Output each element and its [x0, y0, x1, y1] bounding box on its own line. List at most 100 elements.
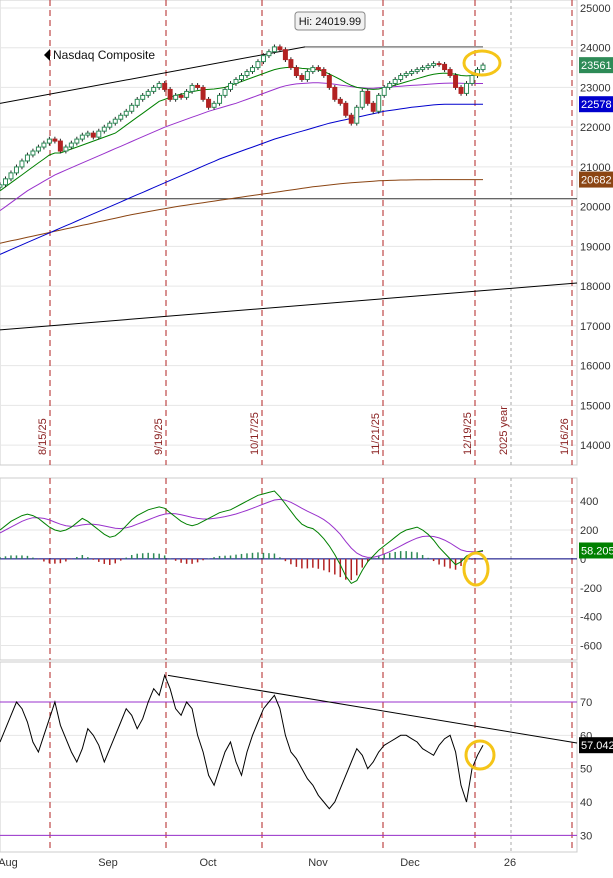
price-value-badge-text: 20682	[581, 175, 612, 187]
rsi-y-tick-label: 50	[580, 764, 592, 776]
candle-body	[249, 67, 255, 73]
candle-body	[239, 75, 244, 80]
candle-body	[370, 102, 376, 112]
x-axis-label: 26	[504, 857, 516, 869]
candle-body	[96, 130, 102, 138]
candle-body	[458, 86, 464, 94]
candle-body	[304, 71, 310, 80]
candle-body	[2, 178, 8, 186]
candle-body	[288, 59, 294, 69]
candle-body	[469, 75, 475, 84]
candle-body	[436, 63, 442, 66]
candle-body	[184, 90, 190, 98]
date-label: 12/19/25	[462, 412, 474, 455]
candle-body	[211, 102, 217, 108]
candle-body	[260, 55, 266, 63]
candle-body	[447, 69, 453, 77]
candle-body	[228, 82, 234, 90]
candle-body	[403, 73, 409, 77]
rsi-value-badge-text: 57.042	[581, 740, 613, 752]
candle-body	[85, 132, 91, 136]
candle-body	[63, 146, 69, 152]
price-value-badge-text: 22578	[581, 99, 612, 111]
x-axis-label: Nov	[308, 857, 328, 869]
date-label: 10/17/25	[249, 412, 261, 455]
macd-y-tick-label: -200	[580, 583, 602, 595]
price-y-tick-label: 17000	[580, 321, 611, 333]
date-label: 8/15/25	[37, 418, 49, 455]
candle-body	[233, 78, 239, 84]
candle-body	[57, 140, 63, 152]
candle-body	[255, 61, 261, 69]
macd-y-tick-label: -400	[580, 612, 602, 624]
macd-y-tick-label: 400	[580, 496, 598, 508]
candle-body	[101, 126, 107, 132]
candle-body	[315, 67, 321, 71]
x-axis-label: Oct	[199, 857, 216, 869]
date-label: 1/16/26	[559, 418, 571, 455]
candle-body	[425, 65, 431, 69]
price-y-tick-label: 22000	[580, 122, 611, 134]
candle-body	[217, 94, 223, 104]
price-panel-frame	[0, 0, 578, 466]
candle-body	[118, 114, 124, 120]
candle-body	[348, 114, 354, 124]
rsi-y-tick-label: 30	[580, 830, 592, 842]
candle-body	[145, 90, 151, 96]
candle-body	[189, 84, 195, 92]
candle-body	[420, 67, 426, 71]
macd-y-tick-label: 200	[580, 525, 598, 537]
candle-body	[0, 184, 3, 188]
price-y-tick-label: 15000	[580, 400, 611, 412]
rsi-y-tick-label: 70	[580, 697, 592, 709]
candle-body	[134, 98, 140, 106]
rsi-y-tick-label: 40	[580, 797, 592, 809]
candle-body	[293, 67, 299, 77]
price-y-tick-label: 20000	[580, 202, 611, 214]
candle-body	[398, 75, 404, 80]
candle-body	[151, 86, 157, 92]
candle-body	[392, 78, 398, 84]
candle-body	[107, 122, 113, 128]
candle-body	[381, 86, 387, 96]
high-label: Hi: 24019.99	[299, 16, 361, 28]
candle-body	[282, 49, 288, 61]
candle-body	[271, 46, 277, 53]
candle-body	[156, 82, 162, 88]
candle-body	[277, 46, 283, 51]
candle-body	[310, 67, 316, 73]
candle-body	[90, 132, 96, 138]
candle-body	[178, 94, 184, 98]
price-y-tick-label: 24000	[580, 43, 611, 55]
candle-body	[74, 138, 80, 144]
candle-body	[162, 82, 168, 90]
candle-body	[453, 75, 459, 88]
price-y-tick-label: 19000	[580, 241, 611, 253]
candle-body	[68, 142, 74, 148]
chart-title: Nasdaq Composite	[53, 48, 155, 62]
candle-body	[35, 146, 41, 152]
candle-body	[112, 118, 118, 124]
stock-chart: 1400015000160001700018000190002000021000…	[0, 0, 613, 869]
date-label: 11/21/25	[370, 413, 382, 455]
candle-body	[321, 69, 327, 77]
candle-body	[13, 166, 19, 174]
candle-body	[480, 64, 486, 71]
candle-body	[414, 69, 420, 73]
candle-body	[464, 82, 470, 94]
candle-body	[30, 150, 36, 156]
price-y-tick-label: 16000	[580, 361, 611, 373]
candle-body	[79, 134, 85, 140]
candle-body	[19, 160, 25, 168]
macd-panel-frame	[0, 477, 578, 661]
x-axis-label: Aug	[0, 857, 18, 869]
candle-body	[244, 71, 250, 77]
candle-body	[299, 75, 305, 80]
candle-body	[332, 86, 338, 100]
price-y-tick-label: 14000	[580, 440, 611, 452]
candle-body	[52, 138, 58, 142]
candle-body	[365, 90, 371, 104]
candle-body	[167, 88, 173, 100]
candle-body	[24, 154, 30, 162]
candle-body	[8, 172, 14, 180]
